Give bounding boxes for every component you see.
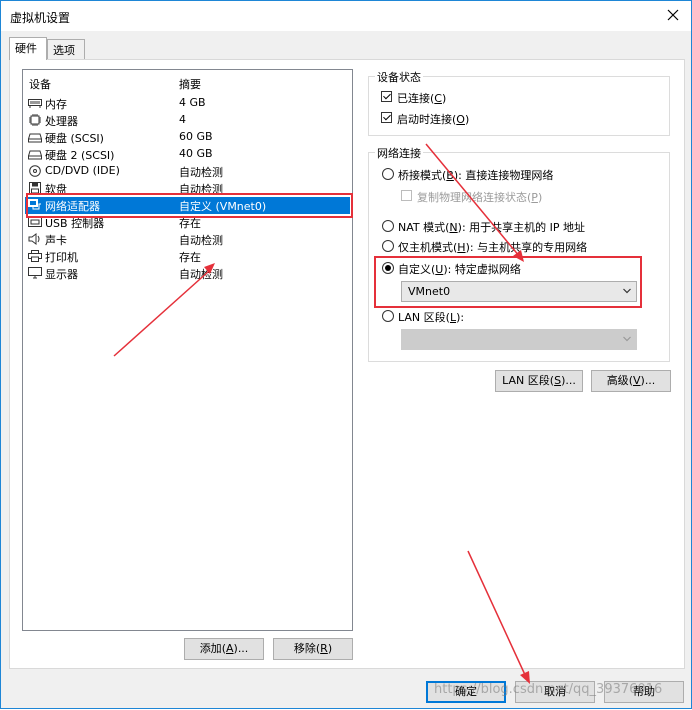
printer-icon [28,250,42,262]
checkbox-box[interactable] [381,112,392,123]
device-summary: 40 GB [179,147,213,160]
column-header-summary[interactable]: 摘要 [179,76,201,92]
list-item[interactable]: 内存 4 GB [25,95,350,112]
device-summary: 自定义 (VMnet0) [179,200,267,213]
list-item[interactable]: 软盘 自动检测 [25,180,350,197]
add-button[interactable]: 添加(A)... [184,638,264,660]
device-name: CD/DVD (IDE) [45,164,120,177]
column-header-device[interactable]: 设备 [29,76,51,92]
list-item[interactable]: CD/DVD (IDE) 自动检测 [25,163,350,180]
selected-network: VMnet0 [408,285,451,298]
device-name: 硬盘 2 (SCSI) [45,149,115,162]
device-name: 声卡 [45,234,67,247]
sound-icon [28,233,42,245]
chevron-down-icon [623,288,631,294]
device-summary: 4 GB [179,96,206,109]
list-item[interactable]: 处理器 4 [25,112,350,129]
device-summary: 自动检测 [179,166,223,179]
device-name: 软盘 [45,183,67,196]
list-item-selected[interactable]: 网络适配器 自定义 (VMnet0) [25,197,350,214]
device-summary: 自动检测 [179,268,223,281]
network-adapter-icon [28,199,42,211]
advanced-button[interactable]: 高级(V)... [591,370,671,392]
title-bar: 虚拟机设置 [1,1,691,31]
device-summary: 4 [179,113,186,126]
remove-button[interactable]: 移除(R) [273,638,353,660]
device-summary: 自动检测 [179,183,223,196]
device-name: 显示器 [45,268,78,281]
window-title: 虚拟机设置 [10,11,71,25]
checkbox-box[interactable] [381,91,392,102]
device-summary: 存在 [179,251,201,264]
cd-icon [28,165,42,177]
tab-options[interactable]: 选项 [47,39,85,59]
ok-button[interactable]: 确定 [426,681,506,703]
lan-segment-select[interactable] [401,329,637,350]
device-name: 打印机 [45,251,78,264]
tab-hardware[interactable]: 硬件 [9,37,47,60]
help-button[interactable]: 帮助 [604,681,684,703]
custom-network-select[interactable]: VMnet0 [401,281,637,302]
list-item[interactable]: 硬盘 2 (SCSI) 40 GB [25,146,350,163]
device-summary: 自动检测 [179,234,223,247]
floppy-icon [28,182,42,194]
device-name: USB 控制器 [45,217,105,230]
device-name: 处理器 [45,115,78,128]
device-name: 网络适配器 [45,200,100,213]
device-summary: 存在 [179,217,201,230]
device-list[interactable]: 设备 摘要 内存 4 GB 处理器 4 硬盘 (SCSI) 60 GB 硬盘 2… [22,69,353,631]
device-name: 内存 [45,98,67,111]
usb-icon [28,216,42,228]
chevron-down-icon [623,336,631,342]
device-status-group: 设备状态 [368,69,670,136]
display-icon [28,267,42,279]
close-icon[interactable] [665,7,681,23]
list-item[interactable]: USB 控制器 存在 [25,214,350,231]
list-item[interactable]: 打印机 存在 [25,248,350,265]
harddisk-icon [28,131,42,143]
list-item[interactable]: 硬盘 (SCSI) 60 GB [25,129,350,146]
cancel-button[interactable]: 取消 [515,681,595,703]
memory-icon [28,97,42,109]
vm-settings-window: 虚拟机设置 硬件 选项 设备 摘要 内存 4 GB 处理器 4 硬盘 (SCSI… [0,0,692,709]
device-summary: 60 GB [179,130,213,143]
list-item[interactable]: 声卡 自动检测 [25,231,350,248]
list-item[interactable]: 显示器 自动检测 [25,265,350,282]
device-name: 硬盘 (SCSI) [45,132,104,145]
harddisk-icon [28,148,42,160]
network-connection-title: 网络连接 [375,145,423,161]
device-status-title: 设备状态 [375,69,423,85]
processor-icon [28,114,42,126]
lan-segments-button[interactable]: LAN 区段(S)... [495,370,583,392]
